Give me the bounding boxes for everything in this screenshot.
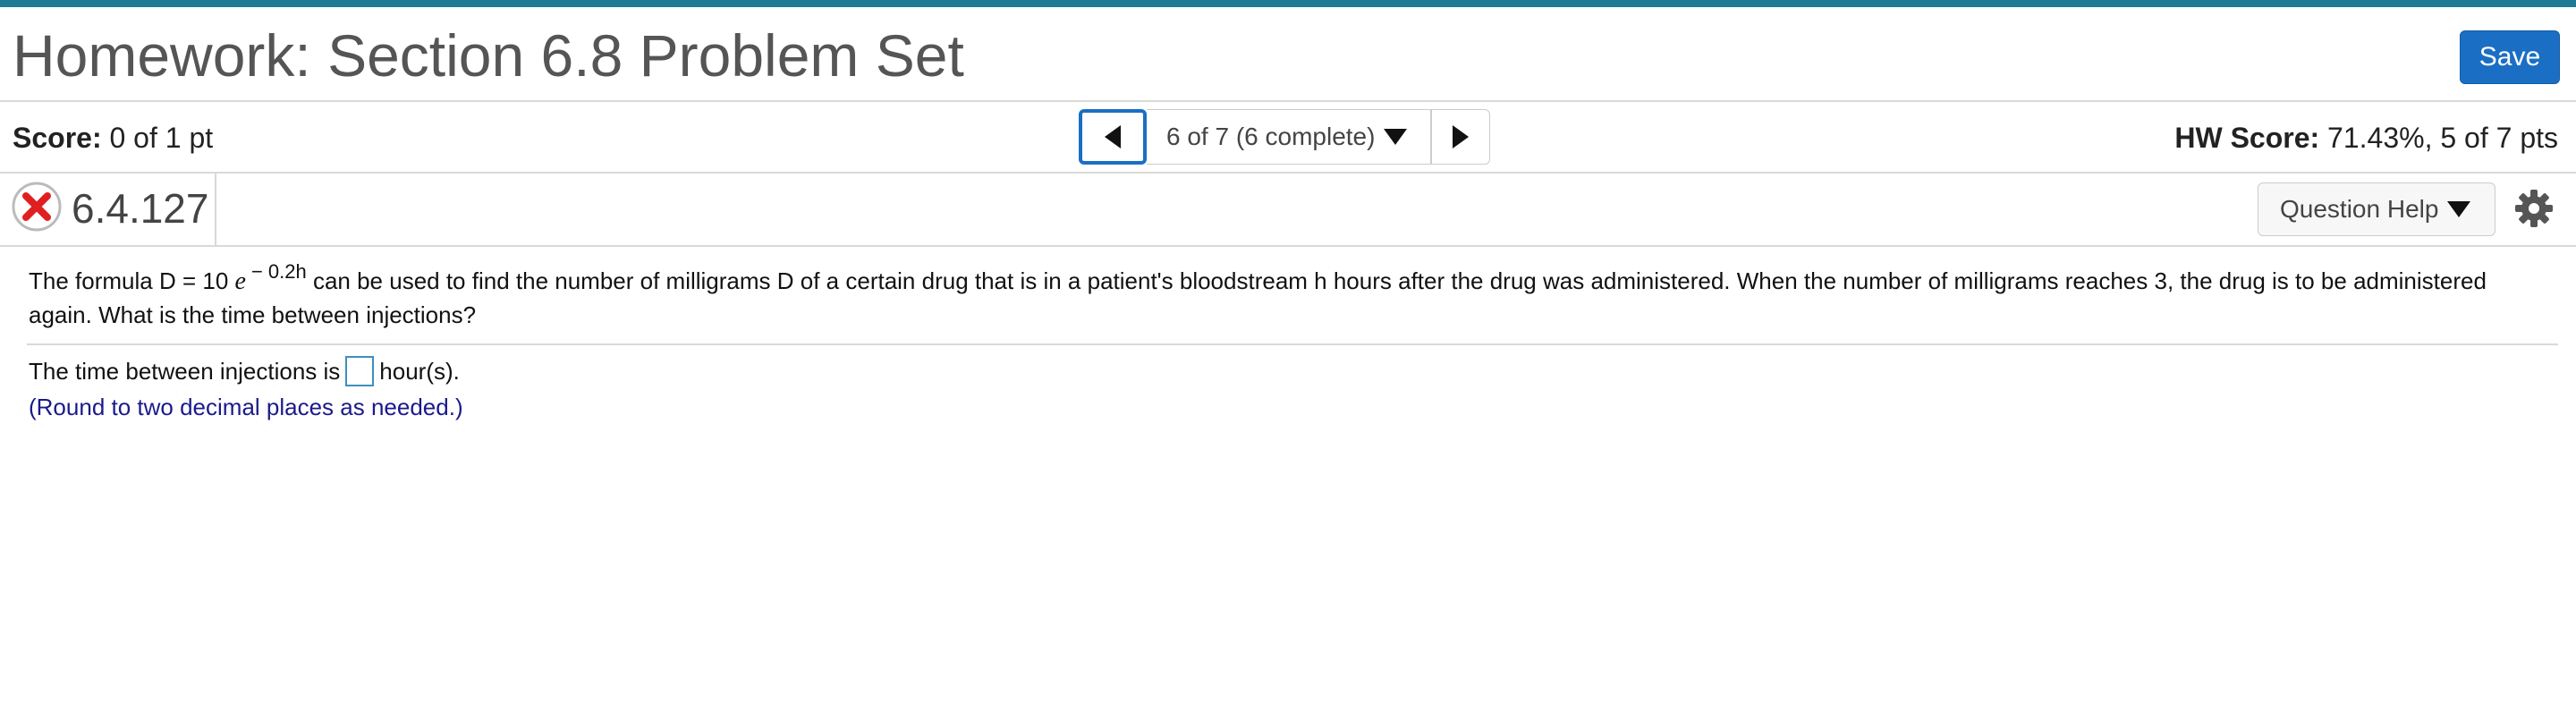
caret-down-icon <box>2447 201 2471 217</box>
score-value: 0 of 1 pt <box>109 122 214 154</box>
hw-score-value: 71.43%, 5 of 7 pts <box>2327 122 2558 154</box>
rounding-instruction: (Round to two decimal places as needed.) <box>29 394 463 420</box>
previous-question-button[interactable] <box>1079 109 1147 165</box>
question-text-suffix: can be used to find the number of millig… <box>29 267 2487 328</box>
question-progress-label: 6 of 7 (6 complete) <box>1166 123 1376 150</box>
divider <box>215 172 216 245</box>
answer-prefix: The time between injections is <box>29 357 341 385</box>
question-help-button[interactable]: Question Help <box>2258 182 2496 236</box>
answer-suffix: hour(s). <box>379 357 460 385</box>
gear-icon[interactable] <box>2513 188 2555 229</box>
score-bar: Score: 0 of 1 pt 6 of 7 (6 complete) HW … <box>0 100 2576 174</box>
caret-down-icon <box>1384 129 1408 145</box>
question-text-prefix: The formula D = 10 <box>29 267 235 294</box>
formula-base-e: e <box>234 267 246 295</box>
formula-exponent: − 0.2h <box>250 260 307 283</box>
answer-line: The time between injections is hour(s). <box>29 356 460 386</box>
next-question-button[interactable] <box>1431 109 1490 165</box>
hw-score-label: HW Score: <box>2174 122 2320 154</box>
top-accent-bar <box>0 0 2576 7</box>
triangle-left-icon <box>1105 125 1121 148</box>
question-prompt: The formula D = 10 e − 0.2h can be used t… <box>29 260 2533 331</box>
page-title: Homework: Section 6.8 Problem Set <box>13 22 964 89</box>
question-number: 6.4.127 <box>72 185 209 232</box>
question-help-label: Question Help <box>2280 195 2439 223</box>
divider <box>27 343 2558 345</box>
incorrect-x-icon <box>12 182 62 232</box>
answer-input[interactable] <box>345 356 375 386</box>
save-button[interactable]: Save <box>2460 30 2560 84</box>
hw-score-display: HW Score: 71.43%, 5 of 7 pts <box>2174 122 2558 155</box>
triangle-right-icon <box>1453 125 1469 148</box>
score-display: Score: 0 of 1 pt <box>13 122 213 155</box>
score-label: Score: <box>13 122 102 154</box>
question-selector-dropdown[interactable]: 6 of 7 (6 complete) <box>1147 109 1431 165</box>
question-navigator: 6 of 7 (6 complete) <box>1079 109 1490 165</box>
header: Homework: Section 6.8 Problem Set Save <box>0 7 2576 102</box>
question-header: 6.4.127 Question Help <box>0 172 2576 247</box>
